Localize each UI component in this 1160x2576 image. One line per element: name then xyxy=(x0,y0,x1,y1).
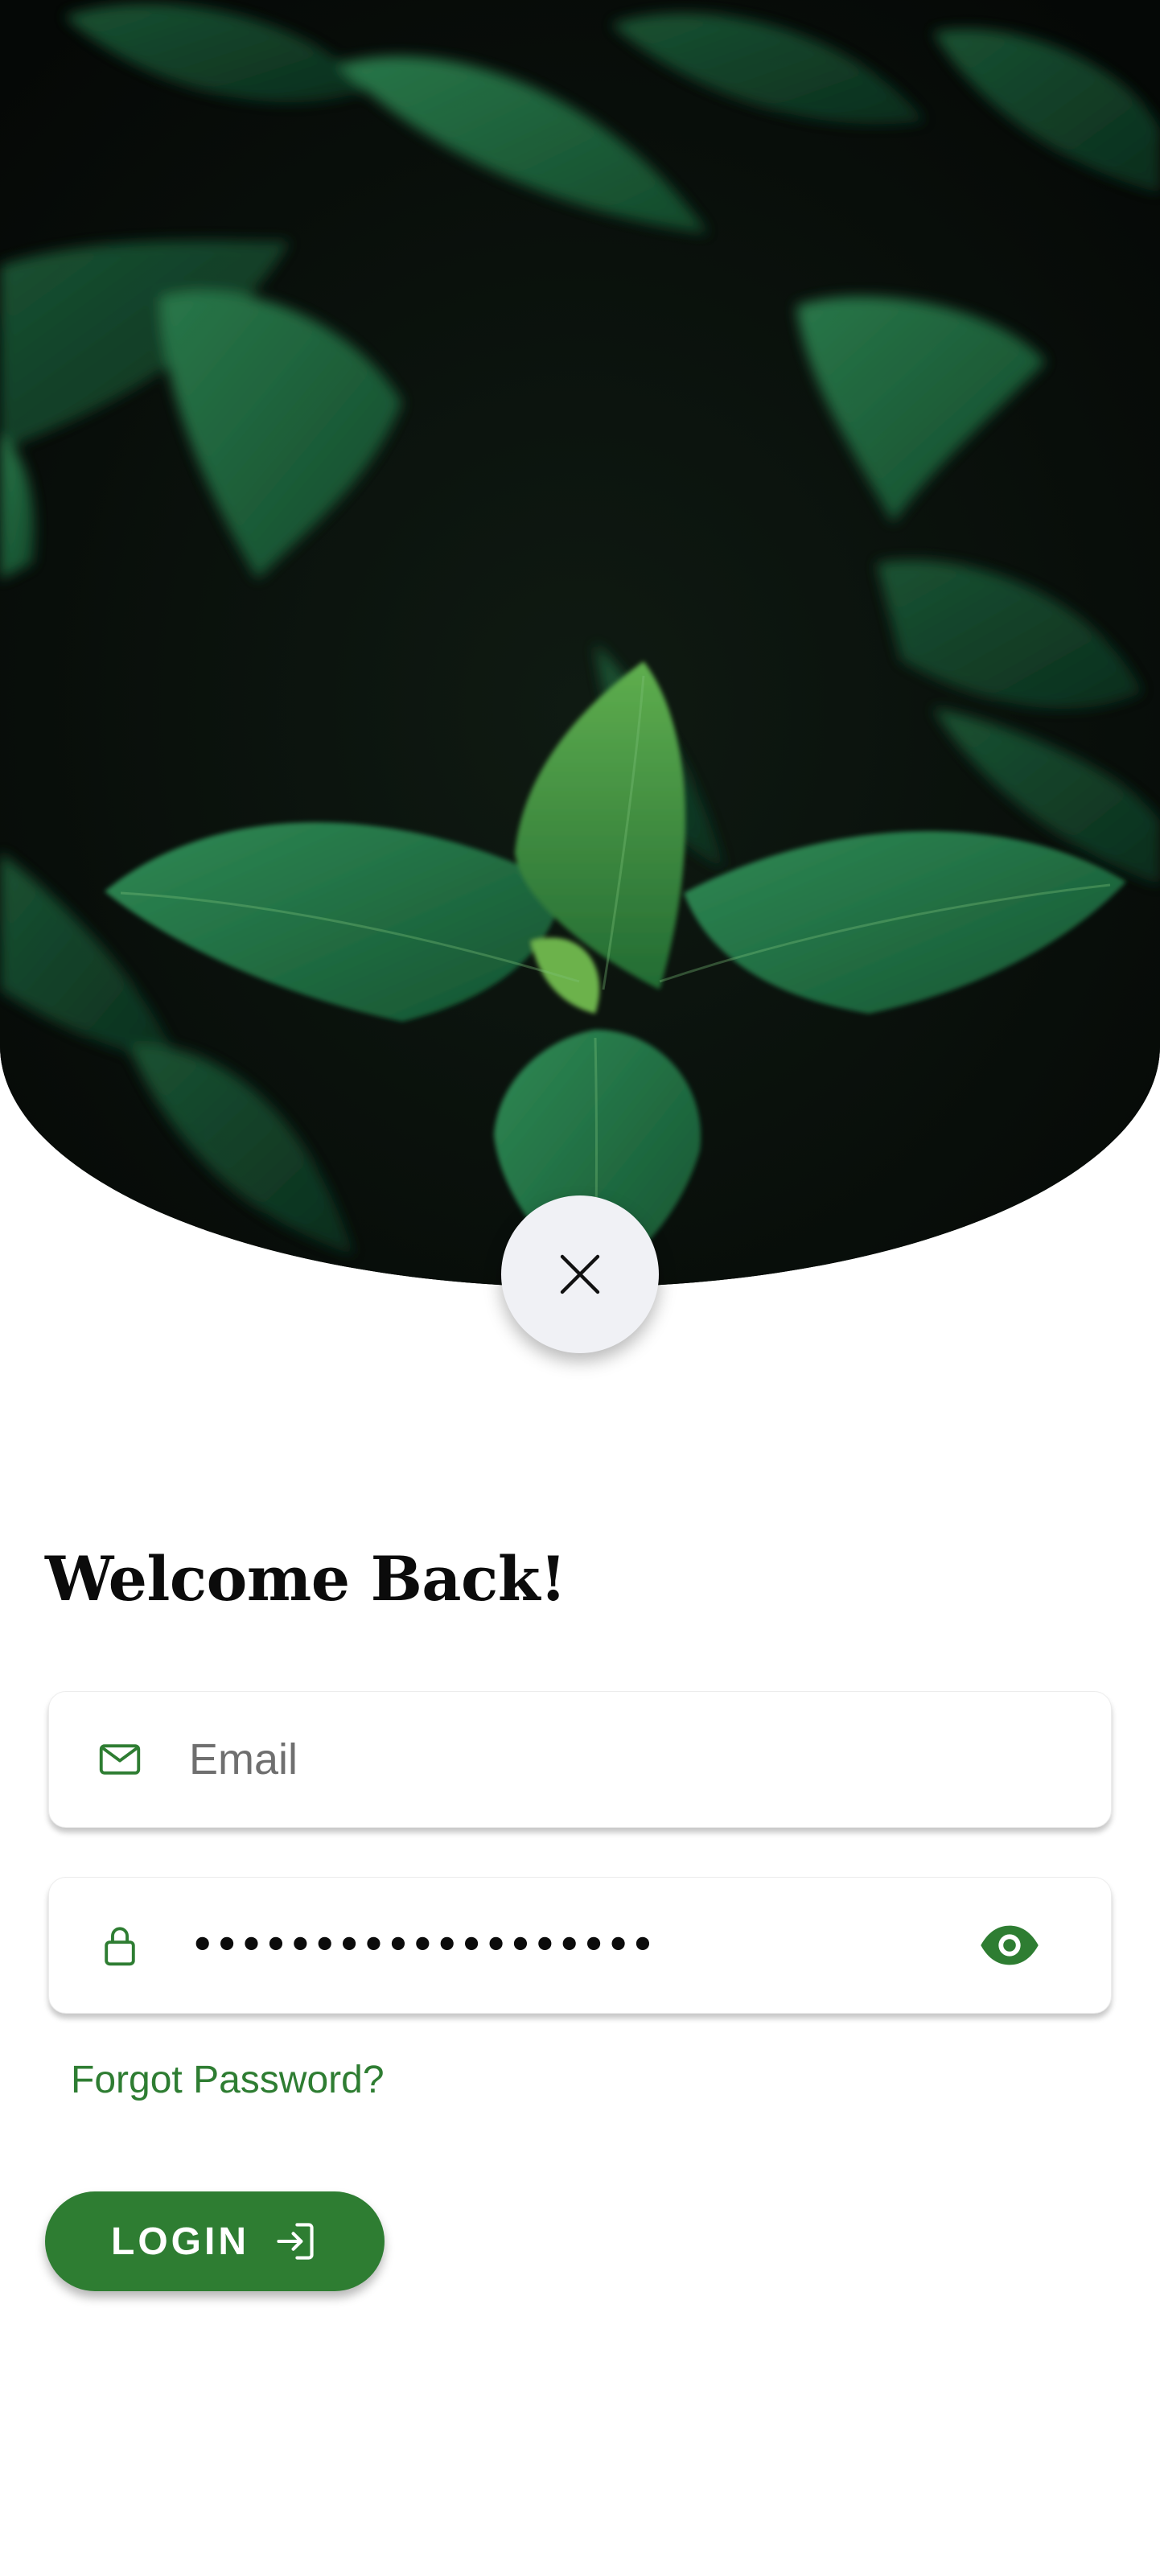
forgot-password-link[interactable]: Forgot Password? xyxy=(71,2058,385,2102)
eye-icon[interactable] xyxy=(977,1913,1042,1977)
password-input[interactable]: ••••••••••••••••••• xyxy=(191,1923,656,1966)
email-field[interactable] xyxy=(48,1691,1112,1828)
password-field[interactable]: ••••••••••••••••••• xyxy=(48,1877,1112,2014)
welcome-title: Welcome Back! xyxy=(45,1543,566,1615)
email-input[interactable] xyxy=(189,1719,993,1800)
login-button[interactable]: LOGIN xyxy=(45,2191,385,2291)
mail-icon xyxy=(94,1734,146,1785)
login-button-label: LOGIN xyxy=(111,2220,249,2263)
login-arrow-icon xyxy=(272,2218,319,2265)
close-button[interactable] xyxy=(501,1195,659,1353)
close-icon xyxy=(560,1254,600,1294)
login-screen: Welcome Back! ••••••••••••••••••• xyxy=(0,0,1160,2576)
lock-icon xyxy=(94,1920,146,1971)
header-plant-image xyxy=(0,0,1160,1287)
